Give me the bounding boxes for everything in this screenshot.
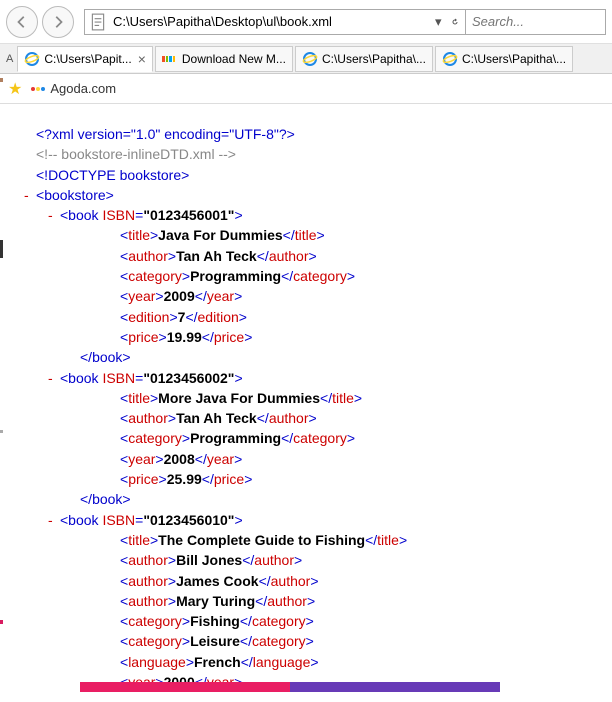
microsoft-icon <box>162 51 178 67</box>
xml-book-close: </book> <box>24 347 602 367</box>
browser-toolbar: ▾ <box>0 0 612 44</box>
xml-element: <year>2008</year> <box>24 449 602 469</box>
xml-books: -<book ISBN="0123456001"><title>Java For… <box>24 205 602 692</box>
forward-button[interactable] <box>42 6 74 38</box>
xml-element: <author>Bill Jones</author> <box>24 550 602 570</box>
tab[interactable]: Download New M... <box>155 46 293 72</box>
back-button[interactable] <box>6 6 38 38</box>
xml-book-open[interactable]: -<book ISBN="0123456002"> <box>24 368 602 388</box>
xml-element: <year>2009</year> <box>24 286 602 306</box>
tab-overflow-label: A <box>6 53 13 65</box>
refresh-button[interactable] <box>445 15 465 29</box>
xml-element: <category>Fishing</category> <box>24 611 602 631</box>
edge-decoration <box>0 430 3 433</box>
favorite-item[interactable]: Agoda.com <box>30 81 116 97</box>
xml-book-open[interactable]: -<book ISBN="0123456010"> <box>24 510 602 530</box>
arrow-left-icon <box>15 15 29 29</box>
address-input[interactable] <box>111 12 431 31</box>
favorites-bar: ★ Agoda.com <box>0 74 612 104</box>
xml-element: <language>French</language> <box>24 652 602 672</box>
xml-element: <title>More Java For Dummies</title> <box>24 388 602 408</box>
favorite-label: Agoda.com <box>50 81 116 96</box>
edge-decoration <box>0 78 3 82</box>
tab[interactable]: C:\Users\Papitha\... <box>435 46 573 72</box>
tab-label: C:\Users\Papit... <box>44 52 131 66</box>
xml-element: <category>Leisure</category> <box>24 631 602 651</box>
xml-book-close: </book> <box>24 489 602 509</box>
tab-strip: A C:\Users\Papit... × Download New M... C:\… <box>0 44 612 74</box>
document-icon <box>89 13 107 31</box>
xml-element: <author>Mary Turing</author> <box>24 591 602 611</box>
arrow-right-icon <box>51 15 65 29</box>
ie-icon <box>24 51 40 67</box>
edge-decoration <box>0 240 3 258</box>
xml-element: <category>Programming</category> <box>24 266 602 286</box>
bottom-decoration <box>80 682 500 692</box>
tab-label: Download New M... <box>182 52 286 66</box>
search-bar[interactable] <box>466 9 606 35</box>
edge-decoration <box>0 620 3 624</box>
chevron-down-icon[interactable]: ▾ <box>431 14 445 30</box>
ie-icon <box>442 51 458 67</box>
xml-comment: <!-- bookstore-inlineDTD.xml --> <box>24 144 602 164</box>
xml-content-view: <?xml version="1.0" encoding="UTF-8"?> <… <box>0 104 612 702</box>
xml-root-open[interactable]: -<bookstore> <box>24 185 602 205</box>
tab-label: C:\Users\Papitha\... <box>462 52 566 66</box>
tab-label: C:\Users\Papitha\... <box>322 52 426 66</box>
xml-element: <price>25.99</price> <box>24 469 602 489</box>
ie-icon <box>302 51 318 67</box>
xml-element: <title>The Complete Guide to Fishing</ti… <box>24 530 602 550</box>
xml-element: <author>James Cook</author> <box>24 571 602 591</box>
tab[interactable]: C:\Users\Papitha\... <box>295 46 433 72</box>
xml-element: <author>Tan Ah Teck</author> <box>24 246 602 266</box>
xml-element: <edition>7</edition> <box>24 307 602 327</box>
search-input[interactable] <box>466 12 605 31</box>
star-icon[interactable]: ★ <box>8 79 22 99</box>
address-bar[interactable]: ▾ <box>84 9 466 35</box>
xml-element: <price>19.99</price> <box>24 327 602 347</box>
root-tag-name: bookstore <box>44 187 105 203</box>
xml-element: <title>Java For Dummies</title> <box>24 225 602 245</box>
tab[interactable]: C:\Users\Papit... × <box>17 46 153 72</box>
xml-book-open[interactable]: -<book ISBN="0123456001"> <box>24 205 602 225</box>
agoda-icon <box>30 81 46 97</box>
xml-doctype: <!DOCTYPE bookstore> <box>24 165 602 185</box>
xml-element: <author>Tan Ah Teck</author> <box>24 408 602 428</box>
close-icon[interactable]: × <box>138 51 146 67</box>
xml-element: <category>Programming</category> <box>24 428 602 448</box>
xml-declaration: <?xml version="1.0" encoding="UTF-8"?> <box>24 124 602 144</box>
